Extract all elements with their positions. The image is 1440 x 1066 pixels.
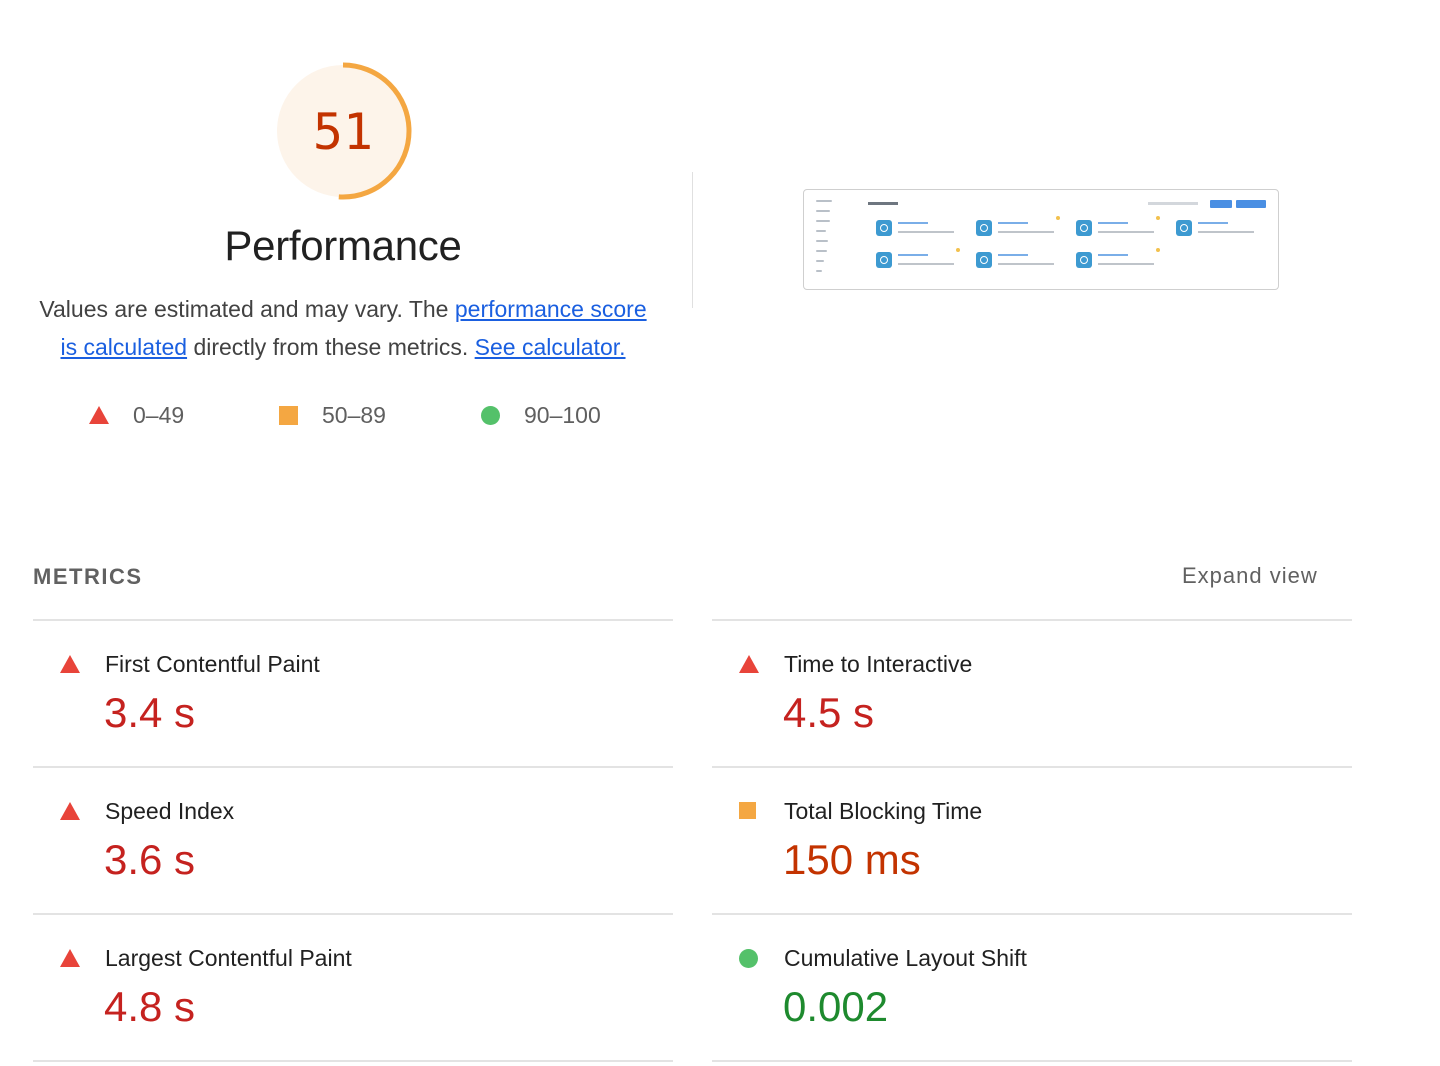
- triangle-icon: [739, 655, 759, 678]
- metric-value: 3.6 s: [104, 836, 196, 883]
- metric-value: 0.002: [783, 983, 889, 1030]
- performance-description: Values are estimated and may vary. The p…: [30, 290, 656, 366]
- legend-label: 50–89: [322, 401, 386, 428]
- metric-time-to-interactive: Time to Interactive 4.5 s: [712, 621, 1352, 767]
- thumbnail-button: [1210, 200, 1232, 208]
- performance-gauge: 51: [273, 61, 413, 201]
- circle-icon: [739, 949, 758, 973]
- final-screenshot-thumbnail[interactable]: [803, 189, 1279, 290]
- metric-name: Largest Contentful Paint: [105, 945, 352, 971]
- gauge-score: 51: [312, 103, 374, 161]
- thumbnail-card: [870, 246, 962, 274]
- thumbnail-card: [970, 246, 1062, 274]
- vertical-divider: [692, 172, 693, 308]
- see-calculator-link[interactable]: See calculator.: [475, 334, 626, 360]
- thumbnail-card: [970, 214, 1062, 242]
- triangle-icon: [60, 949, 80, 972]
- metric-value: 150 ms: [783, 836, 921, 883]
- gauge-title: Performance: [224, 222, 462, 269]
- metric-value: 4.5 s: [783, 689, 875, 736]
- metric-speed-index: Speed Index 3.6 s: [33, 768, 673, 914]
- square-icon: [739, 802, 756, 824]
- metric-first-contentful-paint: First Contentful Paint 3.4 s: [33, 621, 673, 767]
- metric-cumulative-layout-shift: Cumulative Layout Shift 0.002: [712, 915, 1352, 1061]
- metric-name: Total Blocking Time: [784, 798, 983, 824]
- metric-value: 3.4 s: [104, 689, 196, 736]
- triangle-icon: [89, 406, 109, 424]
- square-icon: [279, 405, 298, 425]
- legend-label: 0–49: [133, 401, 185, 428]
- thumbnail-card: [1070, 214, 1162, 242]
- description-text-before: Values are estimated and may vary. The: [39, 296, 455, 322]
- metric-name: First Contentful Paint: [105, 651, 320, 677]
- expand-view-toggle[interactable]: Expand view: [1182, 563, 1318, 589]
- thumbnail-search: [1148, 202, 1198, 205]
- thumbnail-sidebar: [816, 200, 846, 280]
- metric-name: Time to Interactive: [784, 651, 973, 677]
- metrics-header: METRICS: [33, 564, 143, 589]
- legend-item-average: 50–89: [279, 398, 386, 432]
- triangle-icon: [60, 655, 80, 678]
- metric-value: 4.8 s: [104, 983, 196, 1030]
- thumbnail-button: [1236, 200, 1266, 208]
- metric-name: Cumulative Layout Shift: [784, 945, 1027, 971]
- thumbnail-heading: [868, 202, 898, 205]
- thumbnail-card: [870, 214, 962, 242]
- metric-name: Speed Index: [105, 798, 235, 824]
- thumbnail-card: [1170, 214, 1262, 242]
- circle-icon: [481, 405, 500, 425]
- legend-item-fail: 0–49: [89, 398, 184, 432]
- legend-item-pass: 90–100: [481, 398, 601, 432]
- description-text-middle: directly from these metrics.: [187, 334, 475, 360]
- triangle-icon: [60, 802, 80, 825]
- legend-label: 90–100: [524, 401, 601, 428]
- thumbnail-card: [1070, 246, 1162, 274]
- metric-total-blocking-time: Total Blocking Time 150 ms: [712, 768, 1352, 914]
- metric-largest-contentful-paint: Largest Contentful Paint 4.8 s: [33, 915, 673, 1061]
